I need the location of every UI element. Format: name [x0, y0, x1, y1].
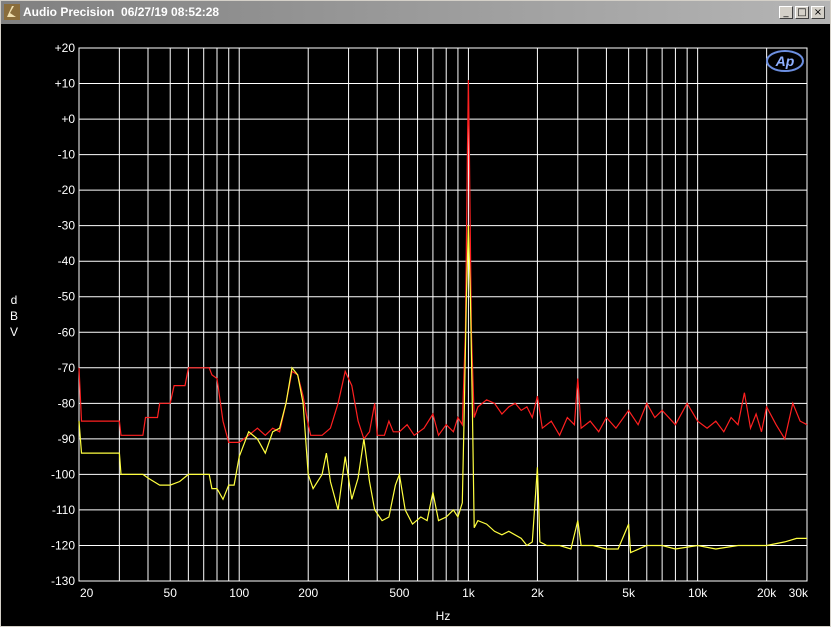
- y-tick-label: -90: [58, 432, 76, 446]
- x-tick-label: 10k: [688, 586, 708, 600]
- y-axis-title-letter: d: [11, 293, 18, 307]
- x-tick-label: 50: [164, 586, 178, 600]
- y-tick-label: -50: [58, 290, 76, 304]
- y-tick-label: -10: [58, 148, 76, 162]
- x-axis-title: Hz: [436, 609, 451, 623]
- window-title: Audio Precision 06/27/19 08:52:28: [23, 5, 220, 19]
- grid-lines: [78, 47, 808, 582]
- y-axis-title-letter: V: [10, 325, 18, 339]
- y-tick-label: -70: [58, 361, 76, 375]
- maximize-button[interactable]: □: [795, 6, 809, 19]
- app-window: Audio Precision 06/27/19 08:52:28 _ □ × …: [0, 0, 831, 627]
- title-bar[interactable]: Audio Precision 06/27/19 08:52:28 _ □ ×: [1, 1, 830, 24]
- x-tick-label: 30k: [789, 586, 809, 600]
- x-tick-label: 1k: [462, 586, 476, 600]
- y-tick-label: -110: [52, 503, 75, 517]
- ap-logo-text: Ap: [775, 53, 795, 69]
- y-tick-label: +20: [55, 41, 76, 55]
- y-tick-label: -40: [58, 254, 76, 268]
- y-tick-label: -30: [58, 219, 76, 233]
- x-tick-label: 100: [229, 586, 249, 600]
- ap-logo: Ap: [766, 50, 804, 72]
- x-axis-tick-labels: 20 50 100 200 500 1k 2k 5k 10k 20k 30k: [80, 586, 809, 600]
- audio-precision-app-icon: [4, 4, 20, 20]
- y-tick-label: -100: [51, 467, 75, 481]
- spectrum-plot: +20 +10 +0 -10 -20 -30 -40 -50 -60 -70 -80 -90 -100 -…: [10, 41, 809, 623]
- y-tick-label: -80: [58, 396, 76, 410]
- y-axis-tick-labels: +20 +10 +0 -10 -20 -30 -40 -50 -60 -70 -80 -90 -100 -…: [51, 41, 75, 588]
- y-tick-label: +10: [55, 77, 76, 91]
- y-tick-label: -60: [58, 325, 76, 339]
- y-tick-label: +0: [61, 112, 75, 126]
- minimize-button[interactable]: _: [779, 6, 793, 19]
- x-tick-label: 5k: [622, 586, 636, 600]
- x-tick-label: 20k: [757, 586, 777, 600]
- x-tick-label: 500: [389, 586, 409, 600]
- close-button[interactable]: ×: [811, 6, 825, 19]
- x-tick-label: 200: [298, 586, 318, 600]
- y-axis-title-letter: B: [10, 309, 18, 323]
- x-tick-label: 20: [80, 586, 94, 600]
- y-axis-title: dBV: [10, 293, 18, 339]
- y-tick-label: -130: [51, 574, 75, 588]
- y-tick-label: -20: [58, 183, 76, 197]
- y-tick-label: -120: [51, 538, 75, 552]
- x-tick-label: 2k: [531, 586, 545, 600]
